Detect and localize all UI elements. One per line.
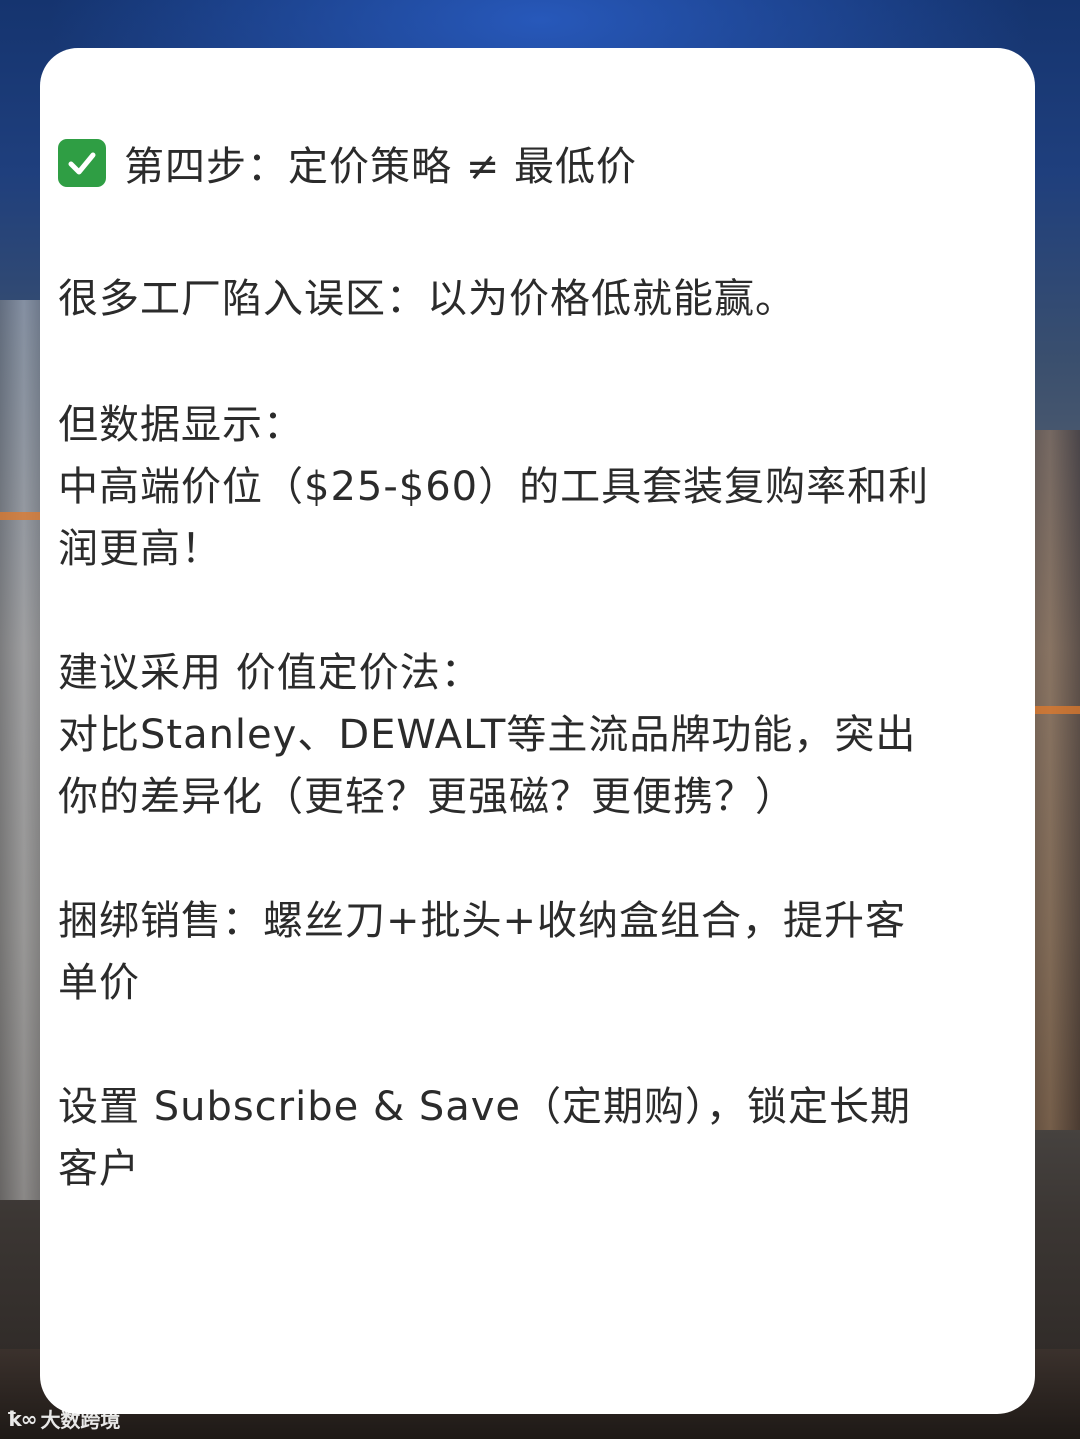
paragraph-data-line: 中高端价位（$25-$60）的工具套装复购率和利 <box>58 464 930 510</box>
watermark-text: 大数跨境 <box>40 1408 121 1432</box>
check-mark-icon <box>58 139 106 187</box>
paragraph-subscribe-save: 设置 Subscribe & Save（定期购），锁定长期 <box>58 1084 912 1130</box>
paragraph-data-intro: 但数据显示： <box>58 402 304 448</box>
paragraph-subscribe-save-line: 客户 <box>58 1146 140 1192</box>
paragraph-misconception: 很多工厂陷入误区：以为价格低就能赢。 <box>58 276 796 322</box>
paragraph-data-line: 润更高！ <box>58 526 222 572</box>
paragraph-bundle-sales-line: 单价 <box>58 960 140 1006</box>
paragraph-value-pricing-line: 你的差异化（更轻？更强磁？更便携？） <box>58 774 796 820</box>
watermark: ꝁ∞ 大数跨境 <box>8 1404 120 1433</box>
paragraph-value-pricing-line: 对比Stanley、DEWALT等主流品牌功能，突出 <box>58 712 917 758</box>
step-heading: 第四步：定价策略 ≠ 最低价 <box>58 138 637 190</box>
paragraph-bundle-sales: 捆绑销售：螺丝刀+批头+收纳盒组合，提升客 <box>58 898 907 944</box>
paragraph-value-pricing: 建议采用 价值定价法： <box>58 650 482 696</box>
background-stripe <box>1034 706 1080 714</box>
heading-text: 第四步：定价策略 ≠ 最低价 <box>124 144 637 190</box>
content-card: 第四步：定价策略 ≠ 最低价 很多工厂陷入误区：以为价格低就能赢。 但数据显示：… <box>40 48 1035 1414</box>
background-stripe <box>0 512 40 520</box>
watermark-logo-icon: ꝁ∞ <box>8 1406 37 1431</box>
